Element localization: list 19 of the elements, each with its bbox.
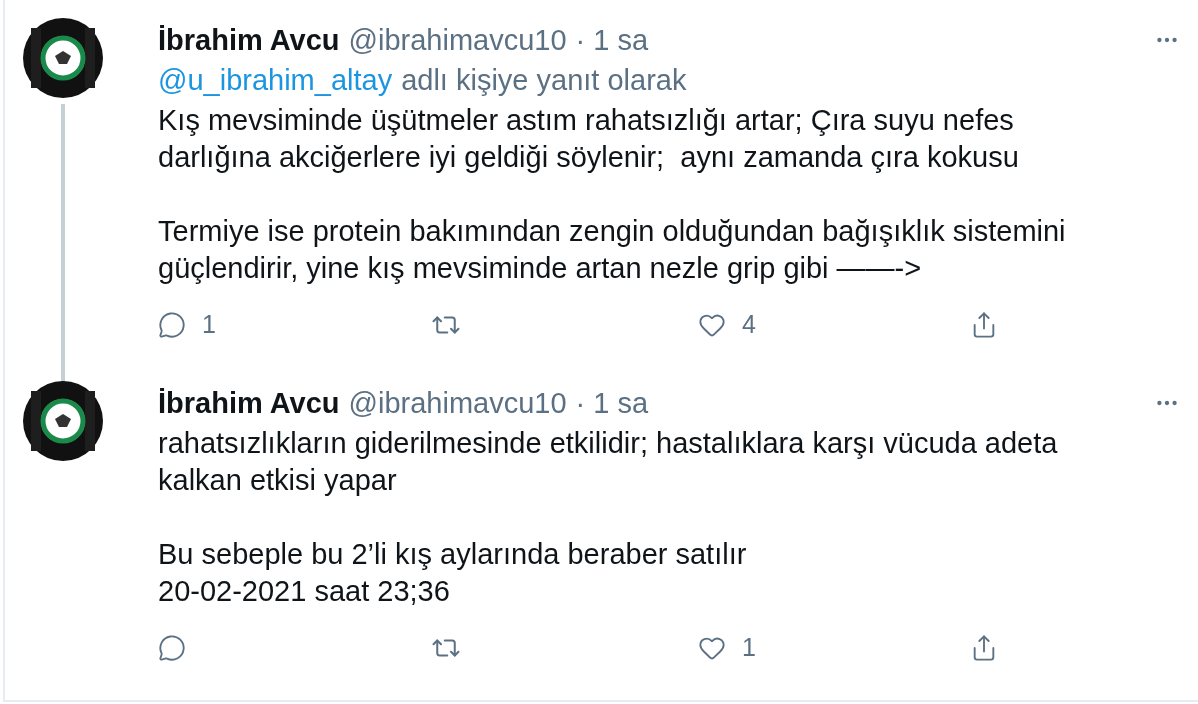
tweet-text: Bu sebeple bu 2’li kış aylarında beraber satılır 20-02-2021 saat 23;36 [158,537,748,609]
tweet-text: rahatsızlıkların giderilmesinde etkilidir; hastalıklara karşı vücuda adeta kalkan etkisi yapar [158,426,1059,498]
mention-link[interactable]: @u_ibrahim_altay [158,60,393,100]
reply-context: adlı kişiye yanıt olarak [401,63,687,98]
author-handle[interactable]: @ibrahimavcu10 [348,20,567,60]
timestamp[interactable]: · 1 sa [575,383,649,423]
author-handle[interactable]: @ibrahimavcu10 [348,383,567,423]
reply-icon[interactable] [158,634,186,662]
like-count: 1 [742,632,756,664]
avatar[interactable] [22,18,103,98]
author-name[interactable]: İbrahim Avcu [158,383,340,423]
tweet-text: Termiye ise protein bakımından zengin olduğundan bağışıklık sistemini güçlendirir, yine kış mevsiminde artan nezle grip gibi ——-> [158,214,1067,286]
reply-count: 1 [202,309,216,341]
timestamp[interactable]: · 1 sa [575,20,649,60]
avatar[interactable] [22,381,103,461]
like-count: 4 [742,309,756,341]
reply-icon[interactable] [158,311,186,339]
author-name[interactable]: İbrahim Avcu [158,20,340,60]
tweet-text: Kış mevsiminde üşütmeler astım rahatsızlığı artar; Çıra suyu nefes darlığına akciğerlere iyi geldiği söylenir; aynı zamanda çıra kokusu [158,103,1020,175]
